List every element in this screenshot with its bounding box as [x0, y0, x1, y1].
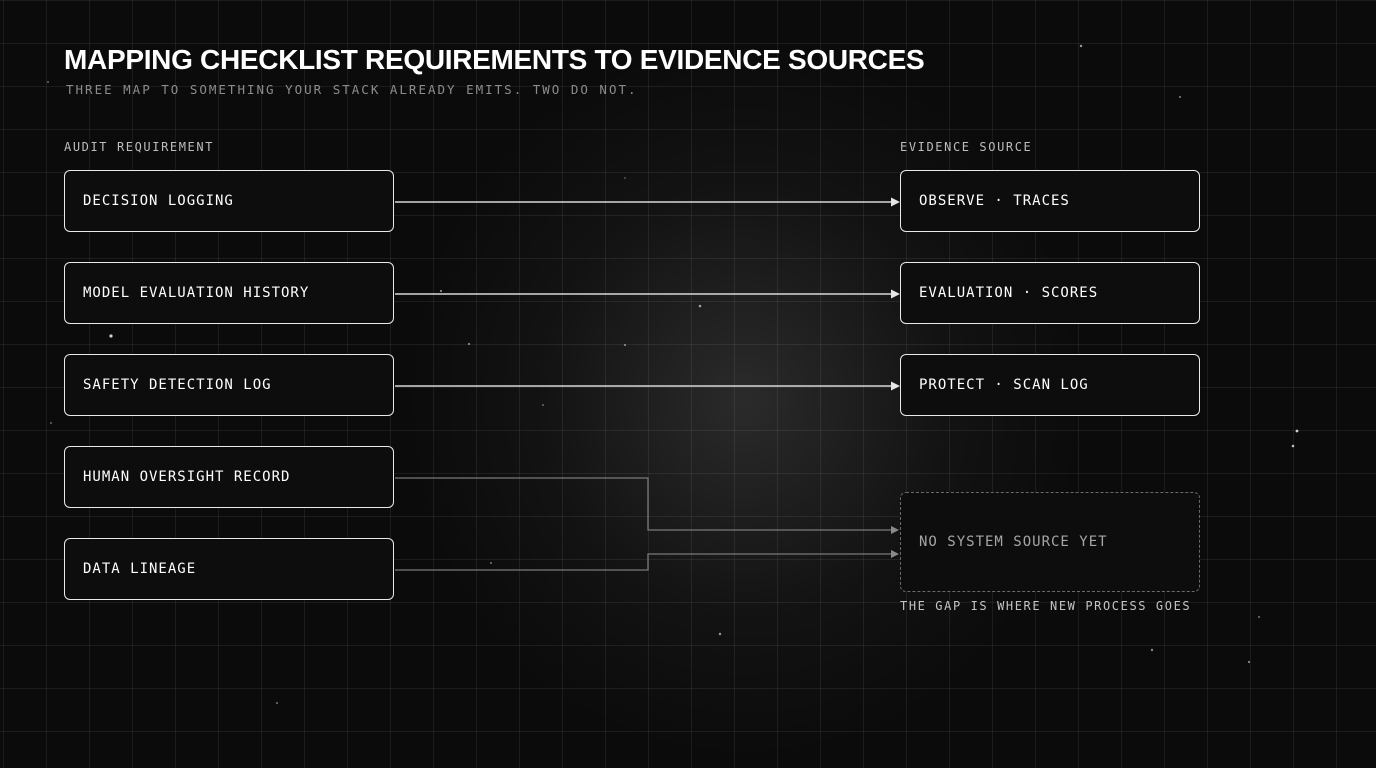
gap-caption: THE GAP IS WHERE NEW PROCESS GOES — [900, 599, 1192, 613]
arrowhead-icon — [891, 381, 900, 391]
source-box-protect-scan-log: PROTECT · SCAN LOG — [900, 354, 1200, 416]
source-box-evaluation-scores: EVALUATION · SCORES — [900, 262, 1200, 324]
source-label: EVALUATION · SCORES — [919, 285, 1099, 301]
connector-human-oversight-record — [395, 477, 899, 534]
connector-safety-detection-log — [395, 381, 900, 391]
arrowhead-icon — [891, 550, 899, 558]
requirement-label: DATA LINEAGE — [83, 561, 197, 577]
gap-label: NO SYSTEM SOURCE YET — [919, 534, 1108, 550]
connector-model-evaluation-history — [395, 289, 900, 299]
connector-data-lineage — [395, 550, 899, 571]
connector-decision-logging — [395, 197, 900, 207]
requirement-box-safety-detection-log: SAFETY DETECTION LOG — [64, 354, 394, 416]
arrowhead-icon — [891, 526, 899, 534]
requirement-box-data-lineage: DATA LINEAGE — [64, 538, 394, 600]
requirement-box-human-oversight-record: HUMAN OVERSIGHT RECORD — [64, 446, 394, 508]
diagram-canvas: MAPPING CHECKLIST REQUIREMENTS TO EVIDEN… — [0, 0, 1376, 768]
requirement-label: SAFETY DETECTION LOG — [83, 377, 272, 393]
source-label: OBSERVE · TRACES — [919, 193, 1070, 209]
requirement-label: HUMAN OVERSIGHT RECORD — [83, 469, 291, 485]
requirement-box-decision-logging: DECISION LOGGING — [64, 170, 394, 232]
source-label: PROTECT · SCAN LOG — [919, 377, 1089, 393]
gap-box-no-source: NO SYSTEM SOURCE YET — [900, 492, 1200, 592]
arrowhead-icon — [891, 197, 900, 207]
requirement-label: MODEL EVALUATION HISTORY — [83, 285, 310, 301]
requirement-label: DECISION LOGGING — [83, 193, 234, 209]
source-box-observe-traces: OBSERVE · TRACES — [900, 170, 1200, 232]
arrowhead-icon — [891, 289, 900, 299]
requirement-box-model-evaluation-history: MODEL EVALUATION HISTORY — [64, 262, 394, 324]
